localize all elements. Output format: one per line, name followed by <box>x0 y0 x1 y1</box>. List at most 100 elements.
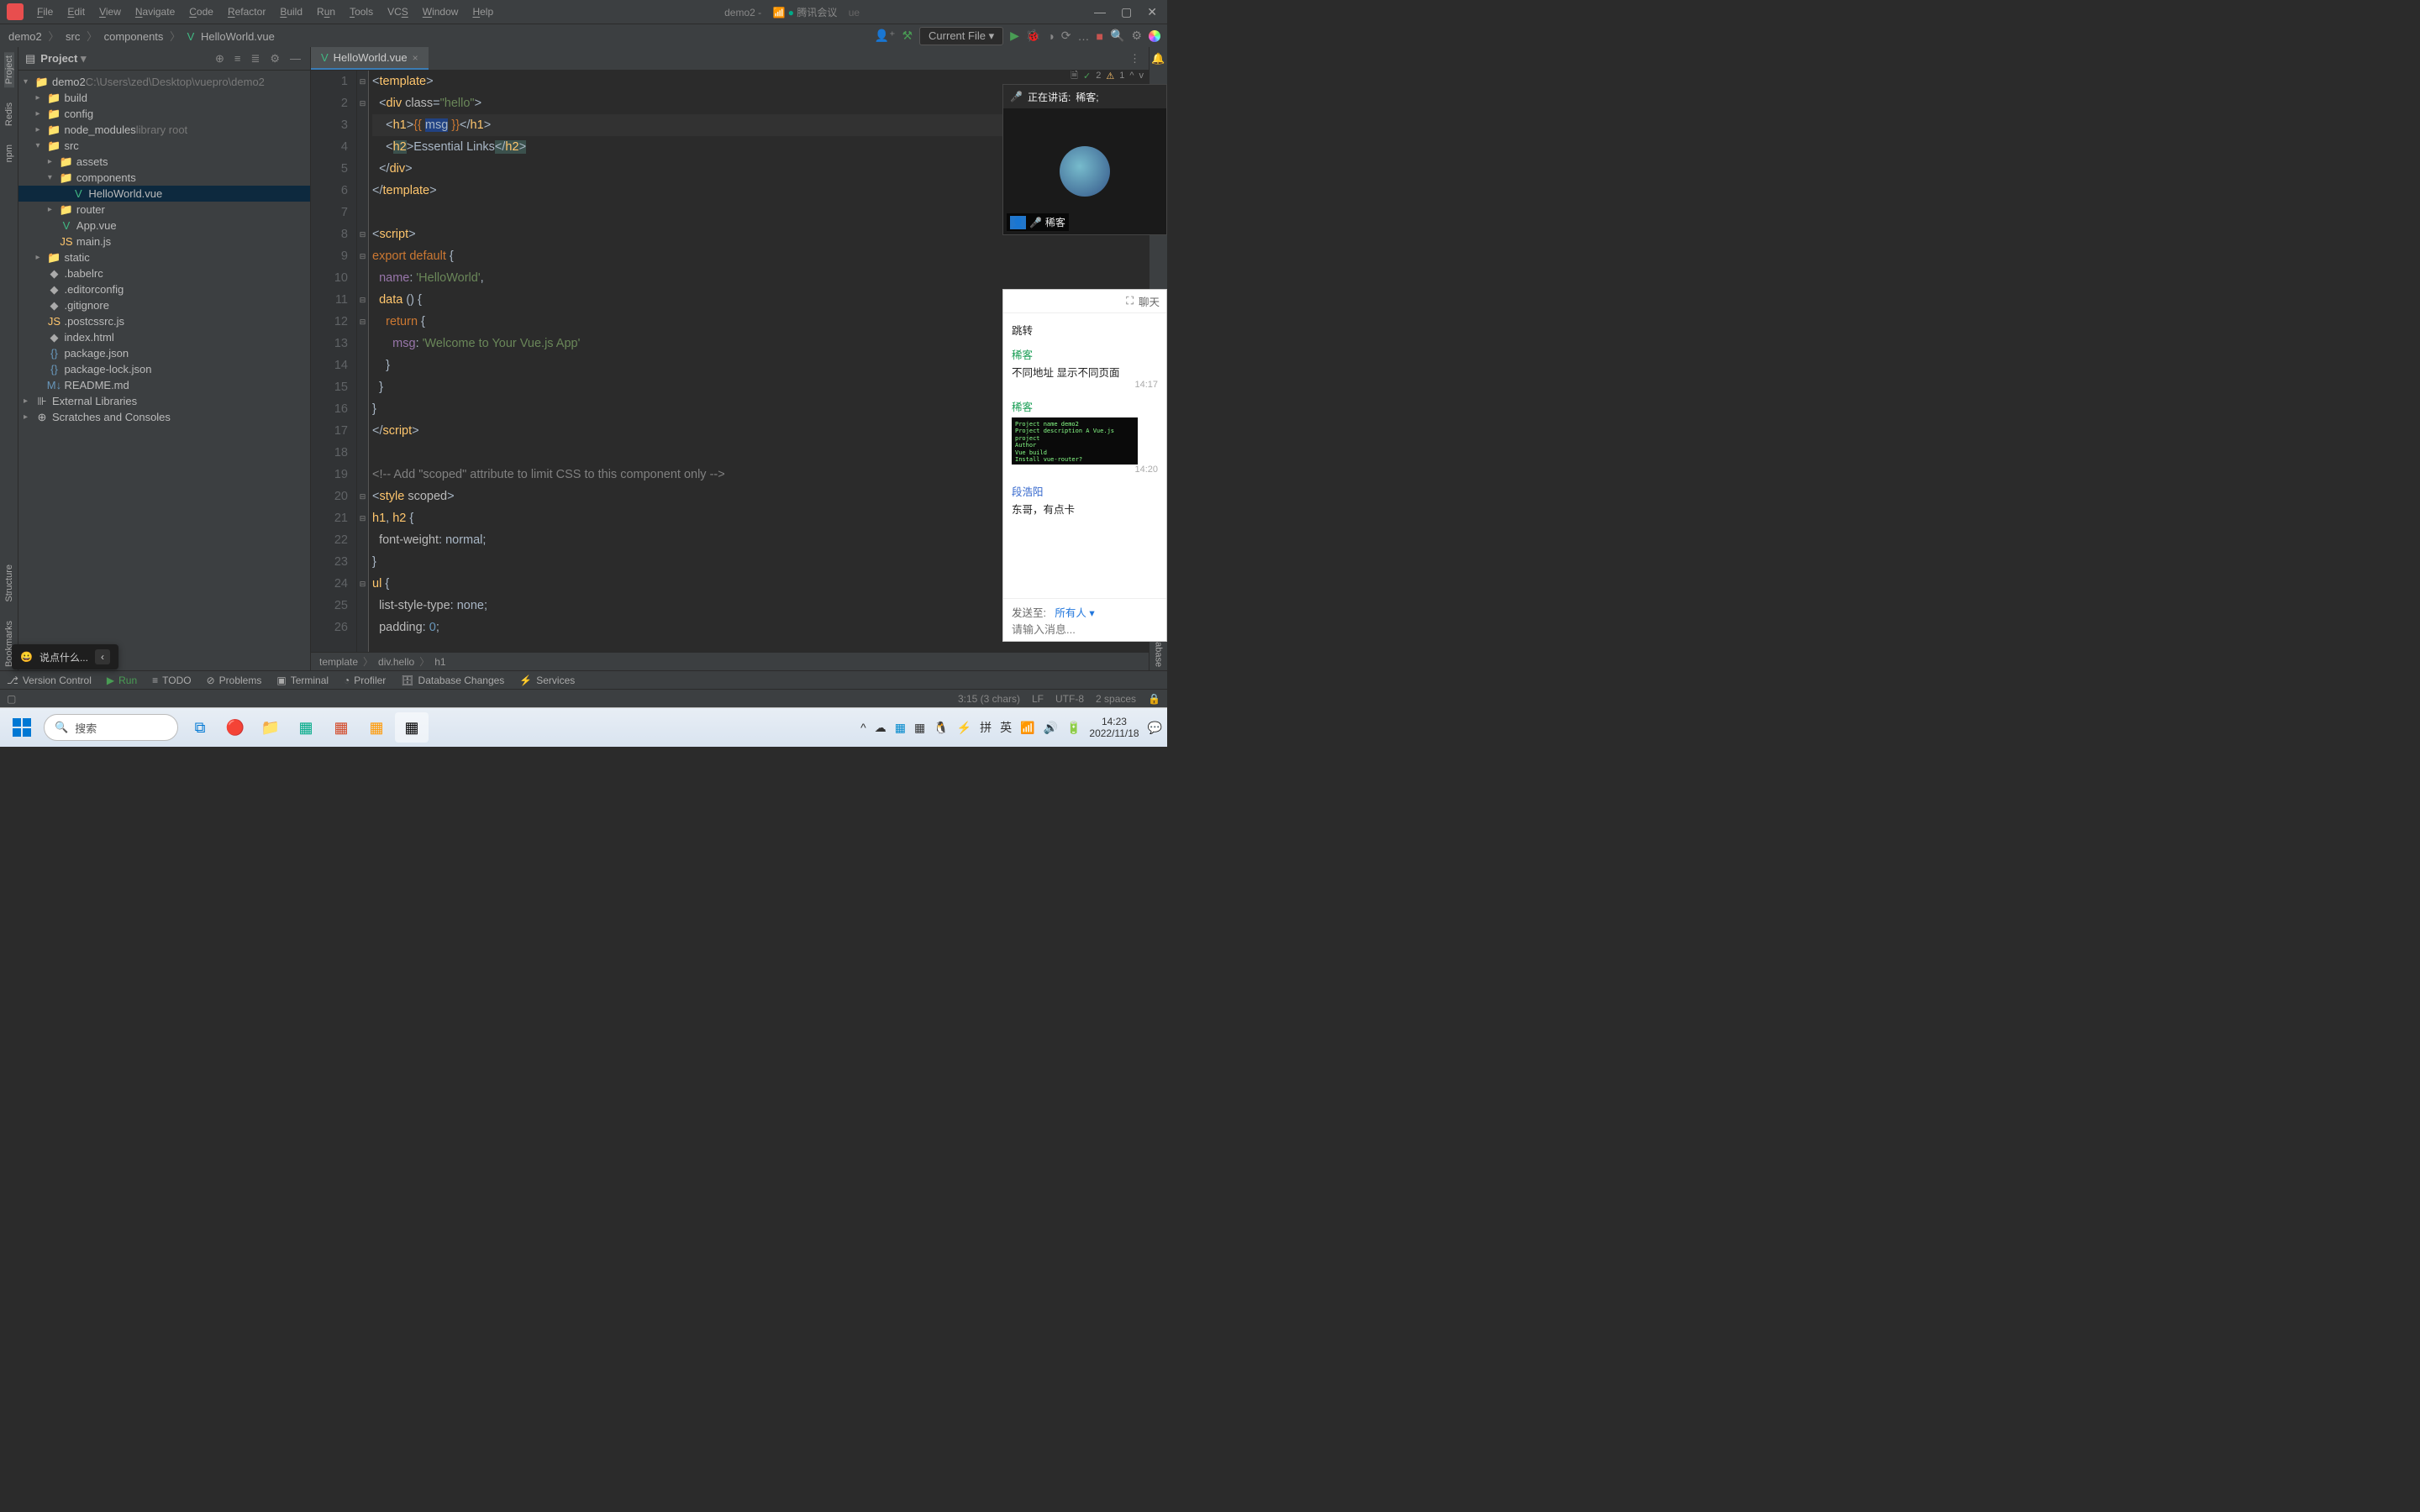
tree-item[interactable]: {}package-lock.json <box>18 361 310 377</box>
run-config-dropdown[interactable]: Current File ▾ <box>919 27 1003 45</box>
tree-item[interactable]: ▸📁router <box>18 202 310 218</box>
tree-item[interactable]: ▸📁build <box>18 90 310 106</box>
menu-navigate[interactable]: Navigate <box>129 3 182 21</box>
tree-item[interactable]: ▸⊪External Libraries <box>18 393 310 409</box>
attach-button[interactable]: … <box>1078 29 1090 43</box>
tree-item[interactable]: JSmain.js <box>18 234 310 249</box>
code-with-me-icon[interactable] <box>1149 30 1160 42</box>
meeting-chat-panel[interactable]: ⛶ 聊天 跳转稀客不同地址 显示不同页面14:17稀客Project name … <box>1002 289 1167 642</box>
hide-tool-icon[interactable]: — <box>287 52 303 65</box>
tree-item[interactable]: JS.postcssrc.js <box>18 313 310 329</box>
tool-windows-icon[interactable]: ▢ <box>7 693 16 705</box>
minimize-button[interactable]: — <box>1094 5 1106 19</box>
npm-tool-tab[interactable]: npm <box>4 141 14 165</box>
app-chrome[interactable]: 🔴 <box>218 712 252 743</box>
maximize-button[interactable]: ▢ <box>1121 5 1132 19</box>
tray-onedrive-icon[interactable]: ☁ <box>875 721 886 735</box>
expand-all-icon[interactable]: ≡ <box>232 52 244 65</box>
profiler-tab[interactable]: ◔ Profiler <box>344 675 386 686</box>
menu-edit[interactable]: Edit <box>60 3 92 21</box>
select-opened-file-icon[interactable]: ⊕ <box>213 52 227 66</box>
breadcrumb[interactable]: demo2 〉 src 〉 components 〉 V HelloWorld.… <box>7 28 276 44</box>
tree-item[interactable]: ▸📁node_modules library root <box>18 122 310 138</box>
project-tool-tab[interactable]: Project <box>4 52 14 87</box>
tree-item[interactable]: ▸📁assets <box>18 154 310 170</box>
search-icon[interactable]: 🔍 <box>1110 29 1124 43</box>
terminal-tab[interactable]: ▣ Terminal <box>276 675 329 686</box>
tree-item[interactable]: ▾📁demo2 C:\Users\zed\Desktop\vuepro\demo… <box>18 74 310 90</box>
tree-item[interactable]: ◆.editorconfig <box>18 281 310 297</box>
menu-file[interactable]: File <box>30 3 60 21</box>
menu-code[interactable]: Code <box>182 3 220 21</box>
menu-run[interactable]: Run <box>310 3 342 21</box>
tray-battery-icon[interactable]: 🔋 <box>1066 721 1081 735</box>
taskbar-search[interactable]: 🔍 搜索 <box>44 714 178 741</box>
version-control-tab[interactable]: ⎇ Version Control <box>7 675 92 686</box>
app-webstorm[interactable]: ▦ <box>395 712 429 743</box>
add-user-icon[interactable]: 👤⁺ <box>875 29 896 43</box>
coverage-button[interactable]: ◑ <box>1047 29 1054 43</box>
tree-item[interactable]: ▾📁src <box>18 138 310 154</box>
tree-item[interactable]: ▾📁components <box>18 170 310 186</box>
hammer-icon[interactable]: ⚒ <box>902 29 913 43</box>
tree-item[interactable]: ◆.gitignore <box>18 297 310 313</box>
line-separator[interactable]: LF <box>1032 693 1044 705</box>
menu-build[interactable]: Build <box>273 3 309 21</box>
menu-tools[interactable]: Tools <box>343 3 380 21</box>
tray-app-icon[interactable]: ▦ <box>895 721 906 735</box>
notifications-icon[interactable]: 🔔 <box>1151 52 1165 66</box>
cursor-position[interactable]: 3:15 (3 chars) <box>958 693 1020 705</box>
tree-item[interactable]: M↓README.md <box>18 377 310 393</box>
chat-popout-icon[interactable]: ⛶ <box>1126 295 1134 307</box>
readonly-lock-icon[interactable]: 🔒 <box>1148 693 1160 705</box>
tray-wifi-icon[interactable]: 📶 <box>1020 721 1034 735</box>
run-tab[interactable]: ▶ Run <box>107 675 137 686</box>
tab-helloworld[interactable]: V HelloWorld.vue × <box>311 47 429 70</box>
tray-qq-icon[interactable]: 🐧 <box>934 721 948 735</box>
close-button[interactable]: ✕ <box>1147 5 1157 19</box>
menu-refactor[interactable]: Refactor <box>221 3 272 21</box>
redis-tool-tab[interactable]: Redis <box>4 99 14 129</box>
stop-button[interactable]: ■ <box>1097 29 1103 43</box>
tray-chevron-icon[interactable]: ^ <box>860 721 866 734</box>
tabs-more-icon[interactable]: ⋮ <box>1121 47 1149 70</box>
tree-item[interactable]: ▸⊕Scratches and Consoles <box>18 409 310 425</box>
profile-button[interactable]: ⟳ <box>1061 29 1071 43</box>
menu-window[interactable]: Window <box>416 3 466 21</box>
app-sublime[interactable]: ▦ <box>360 712 393 743</box>
menu-view[interactable]: View <box>92 3 128 21</box>
chat-input[interactable] <box>1012 623 1158 636</box>
inspection-widget[interactable]: 🗎✓2⚠1^v <box>1065 71 1149 81</box>
app-explorer[interactable]: 📁 <box>254 712 287 743</box>
project-view-dropdown[interactable]: Project <box>40 52 86 66</box>
indent[interactable]: 2 spaces <box>1096 693 1136 705</box>
meeting-floating-window[interactable]: 🎤 正在讲话: 稀客; 👤 🎤 稀客 <box>1002 84 1167 235</box>
structure-tool-tab[interactable]: Structure <box>4 561 14 606</box>
tray-ime1[interactable]: 拼 <box>980 719 992 736</box>
close-tab-icon[interactable]: × <box>413 52 418 64</box>
collapse-all-icon[interactable]: ≣ <box>248 52 262 66</box>
collapse-widget-icon[interactable]: ‹ <box>95 649 110 664</box>
todo-tab[interactable]: ≡ TODO <box>152 675 191 686</box>
tree-item[interactable]: ▸📁static <box>18 249 310 265</box>
tool-settings-icon[interactable]: ⚙ <box>267 52 282 66</box>
tray-ime2[interactable]: 英 <box>1000 719 1012 736</box>
tree-item[interactable]: ◆index.html <box>18 329 310 345</box>
menu-help[interactable]: Help <box>466 3 500 21</box>
encoding[interactable]: UTF-8 <box>1055 693 1084 705</box>
settings-icon[interactable]: ⚙ <box>1131 29 1142 43</box>
debug-button[interactable]: 🐞 <box>1026 29 1040 43</box>
project-tree[interactable]: ▾📁demo2 C:\Users\zed\Desktop\vuepro\demo… <box>18 71 310 670</box>
start-button[interactable] <box>5 712 39 743</box>
tree-item[interactable]: {}package.json <box>18 345 310 361</box>
tray-flash-icon[interactable]: ⚡ <box>957 721 971 735</box>
app-ppt[interactable]: ▦ <box>324 712 358 743</box>
services-tab[interactable]: ⚡ Services <box>519 675 575 686</box>
tree-item[interactable]: ◆.babelrc <box>18 265 310 281</box>
problems-tab[interactable]: ⊘ Problems <box>207 675 262 686</box>
tray-notifications-icon[interactable]: 💬 <box>1148 721 1162 735</box>
menu-vcs[interactable]: VCS <box>381 3 415 21</box>
send-target-dropdown[interactable]: 所有人 ▾ <box>1055 607 1094 619</box>
app-vscode[interactable]: ⧉ <box>183 712 217 743</box>
editor-breadcrumb[interactable]: template〉 div.hello〉 h1 <box>311 652 1149 670</box>
